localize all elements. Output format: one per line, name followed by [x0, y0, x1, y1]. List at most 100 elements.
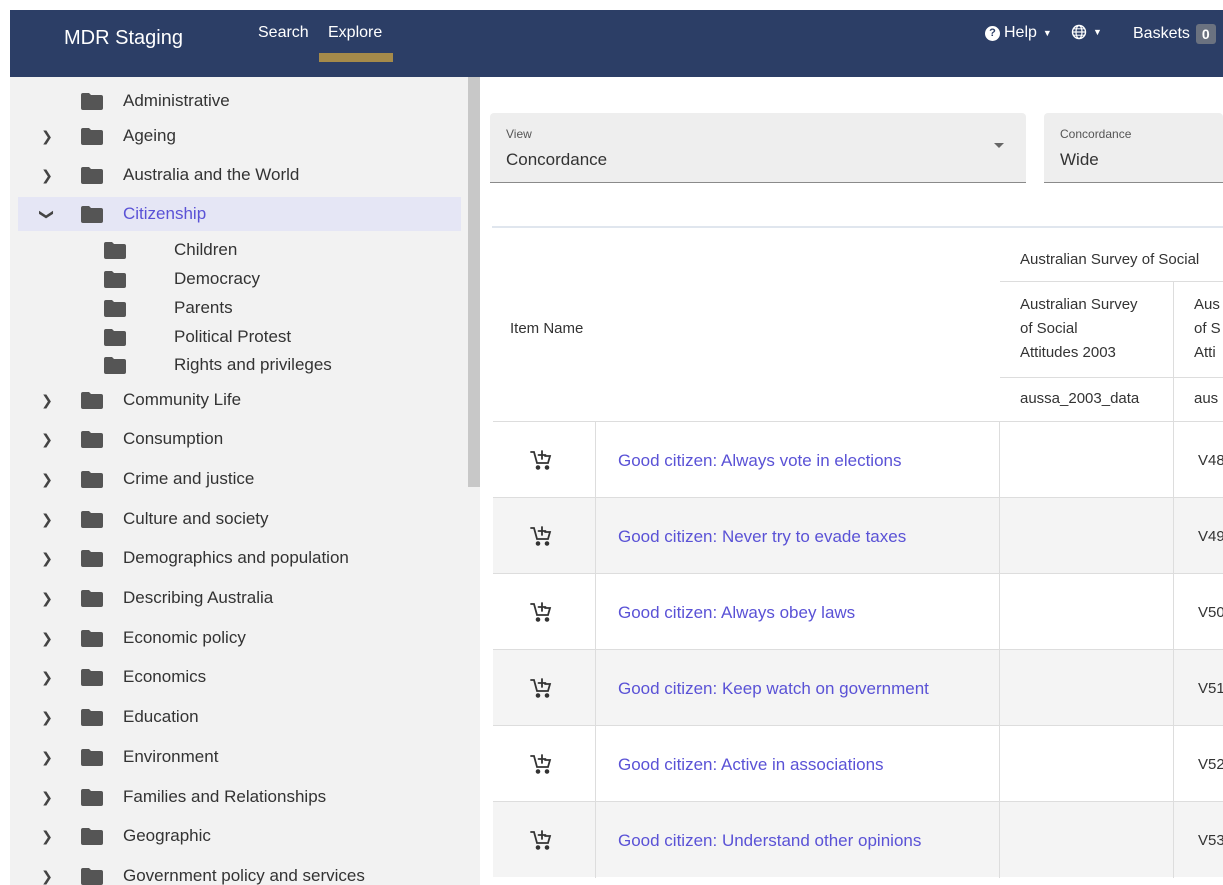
nav-explore[interactable]: Explore [328, 24, 382, 42]
variable-code-cell: V51 [1198, 680, 1223, 697]
sidebar-subitem[interactable]: Political Protest [18, 323, 461, 351]
add-to-cart-icon[interactable] [529, 828, 553, 852]
sidebar-item-label: Education [123, 707, 199, 726]
folder-icon [81, 629, 103, 647]
item-name-link[interactable]: Good citizen: Always obey laws [618, 603, 855, 623]
sidebar-item[interactable]: ❯ Citizenship [18, 197, 461, 231]
item-name-link[interactable]: Good citizen: Always vote in elections [618, 451, 901, 471]
sidebar-item[interactable]: ❯ Education [18, 700, 461, 734]
baskets-button[interactable]: Baskets 0 [1133, 24, 1216, 44]
sidebar-subitem-label: Rights and privileges [174, 355, 332, 374]
folder-icon [81, 589, 103, 607]
chevron-right-icon[interactable]: ❯ [40, 789, 54, 806]
sidebar-item[interactable]: ❯ Demographics and population [18, 541, 461, 575]
col2-code: aus [1194, 390, 1219, 407]
concordance-select[interactable]: Concordance Wide [1044, 113, 1223, 183]
sidebar-subitem[interactable]: Children [18, 236, 461, 264]
chevron-right-icon[interactable]: ❯ [40, 590, 54, 607]
table-row: Good citizen: Understand other opinions V… [493, 801, 1223, 878]
sidebar-subitem[interactable]: Rights and privileges [18, 351, 461, 379]
cell-divider [595, 498, 596, 574]
chevron-right-icon[interactable]: ❯ [40, 167, 54, 184]
sidebar-item-label: Government policy and services [123, 866, 365, 885]
add-to-cart-icon[interactable] [529, 524, 553, 548]
item-name-link[interactable]: Good citizen: Understand other opinions [618, 831, 921, 851]
sidebar-item[interactable]: ❯ Culture and society [18, 502, 461, 536]
cell-divider [1173, 726, 1174, 802]
item-name-link[interactable]: Good citizen: Never try to evade taxes [618, 527, 906, 547]
chevron-right-icon[interactable]: ❯ [40, 471, 54, 488]
cell-divider [999, 726, 1000, 802]
folder-icon [81, 127, 103, 145]
chevron-right-icon[interactable]: ❯ [40, 128, 54, 145]
sidebar-item-label: Crime and justice [123, 469, 255, 488]
add-to-cart-icon[interactable] [529, 448, 553, 472]
chevron-right-icon[interactable]: ❯ [40, 550, 54, 567]
language-menu[interactable]: ▼ [1071, 24, 1102, 40]
sidebar-item[interactable]: ❯ Crime and justice [18, 462, 461, 496]
globe-icon [1071, 24, 1087, 40]
help-menu[interactable]: ? Help ▼ [985, 24, 1052, 42]
sidebar-subitem[interactable]: Parents [18, 294, 461, 322]
folder-icon [81, 708, 103, 726]
sidebar-item-label: Families and Relationships [123, 787, 327, 806]
column-divider [1173, 281, 1174, 421]
chevron-right-icon[interactable]: ❯ [40, 709, 54, 726]
folder-icon [104, 241, 126, 259]
sidebar-subitem-label: Democracy [174, 269, 260, 288]
chevron-right-icon[interactable]: ❯ [40, 868, 54, 885]
sidebar-item[interactable]: ❯ Geographic [18, 819, 461, 853]
sidebar-item[interactable]: ❯ Consumption [18, 422, 461, 456]
help-label: Help [1004, 24, 1037, 41]
cell-divider [1173, 498, 1174, 574]
sidebar-item[interactable]: ❯ Families and Relationships [18, 780, 461, 814]
sidebar-item[interactable]: ❯ Describing Australia [18, 581, 461, 615]
item-name-link[interactable]: Good citizen: Active in associations [618, 755, 884, 775]
sidebar-item[interactable]: ❯ Economics [18, 660, 461, 694]
chevron-right-icon[interactable]: ❯ [40, 630, 54, 647]
sidebar-item-label: Australia and the World [123, 165, 300, 184]
dropdown-arrow-icon [994, 143, 1004, 148]
sidebar-item[interactable]: ❯ Environment [18, 740, 461, 774]
chevron-down-icon[interactable]: ❯ [39, 207, 56, 221]
add-to-cart-icon[interactable] [529, 676, 553, 700]
folder-icon [81, 166, 103, 184]
folder-icon [81, 748, 103, 766]
chevron-right-icon[interactable]: ❯ [40, 392, 54, 409]
folder-icon [104, 270, 126, 288]
sidebar-item[interactable]: ❯ Economic policy [18, 621, 461, 655]
folder-icon [81, 205, 103, 223]
folder-icon [81, 549, 103, 567]
sidebar-item[interactable]: ❯ Australia and the World [18, 158, 461, 192]
chevron-right-icon[interactable]: ❯ [40, 669, 54, 686]
chevron-right-icon[interactable]: ❯ [40, 511, 54, 528]
baskets-count-badge: 0 [1195, 24, 1216, 44]
brand-title[interactable]: MDR Staging [64, 27, 183, 50]
header-divider [1000, 281, 1223, 282]
sidebar-item-label: Citizenship [123, 204, 207, 223]
table-row: Good citizen: Always obey laws V50 [493, 573, 1223, 650]
sidebar-item[interactable]: ❯ Community Life [18, 383, 461, 417]
view-select[interactable]: View Concordance [490, 113, 1026, 183]
folder-icon [81, 827, 103, 845]
cell-divider [595, 574, 596, 650]
sidebar-item[interactable]: Administrative [18, 84, 461, 118]
active-nav-indicator [319, 53, 393, 62]
nav-search[interactable]: Search [258, 24, 309, 42]
chevron-right-icon[interactable]: ❯ [40, 749, 54, 766]
add-to-cart-icon[interactable] [529, 752, 553, 776]
sidebar-subitem[interactable]: Democracy [18, 265, 461, 293]
chevron-right-icon[interactable]: ❯ [40, 828, 54, 845]
sidebar-item[interactable]: ❯ Ageing [18, 119, 461, 153]
sidebar-item[interactable]: ❯ Government policy and services [18, 859, 461, 885]
add-to-cart-icon[interactable] [529, 600, 553, 624]
col1-code: aussa_2003_data [1020, 390, 1140, 407]
item-name-link[interactable]: Good citizen: Keep watch on government [618, 679, 929, 699]
cell-divider [595, 802, 596, 878]
concordance-select-label: Concordance [1060, 127, 1132, 141]
sidebar-scrollbar[interactable] [468, 77, 480, 487]
cell-divider [1173, 650, 1174, 726]
variable-code-cell: V52 [1198, 756, 1223, 773]
folder-icon [104, 328, 126, 346]
chevron-right-icon[interactable]: ❯ [40, 431, 54, 448]
